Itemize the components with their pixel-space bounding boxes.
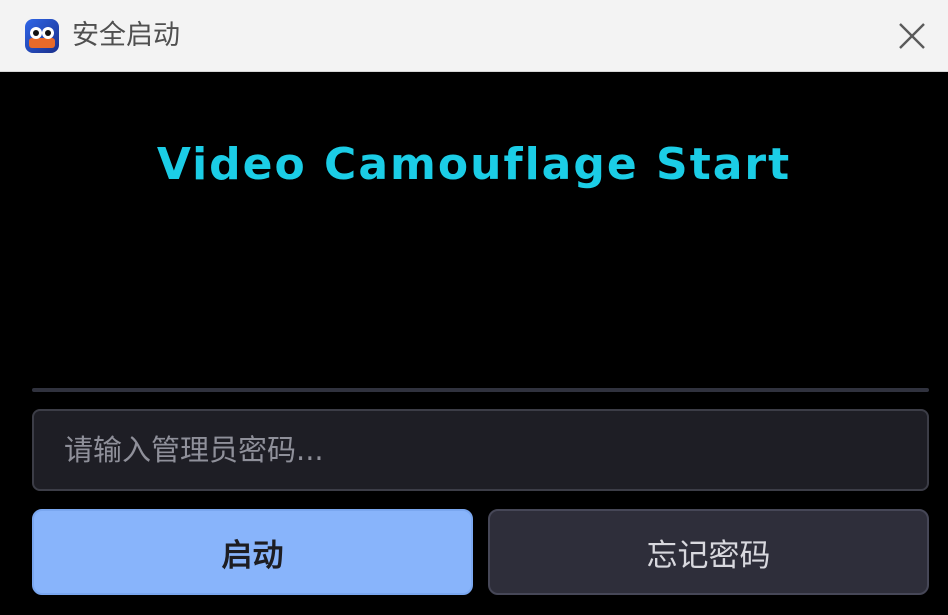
close-icon [899,23,925,49]
window-title: 安全启动 [72,20,180,51]
title-bar[interactable]: 安全启动 [0,0,948,72]
close-button[interactable] [890,14,934,58]
admin-password-input[interactable] [32,409,929,491]
app-headline: Video Camouflage Start [156,139,792,190]
app-logo-icon [24,18,60,54]
start-button[interactable]: 启动 [32,509,473,595]
secure-start-window: 安全启动 Video Camouflage Start 启动 忘记密码 [0,0,948,615]
forgot-password-button[interactable]: 忘记密码 [488,509,929,595]
start-button-label: 启动 [221,537,284,574]
forgot-password-label: 忘记密码 [646,537,771,574]
divider [32,388,929,392]
